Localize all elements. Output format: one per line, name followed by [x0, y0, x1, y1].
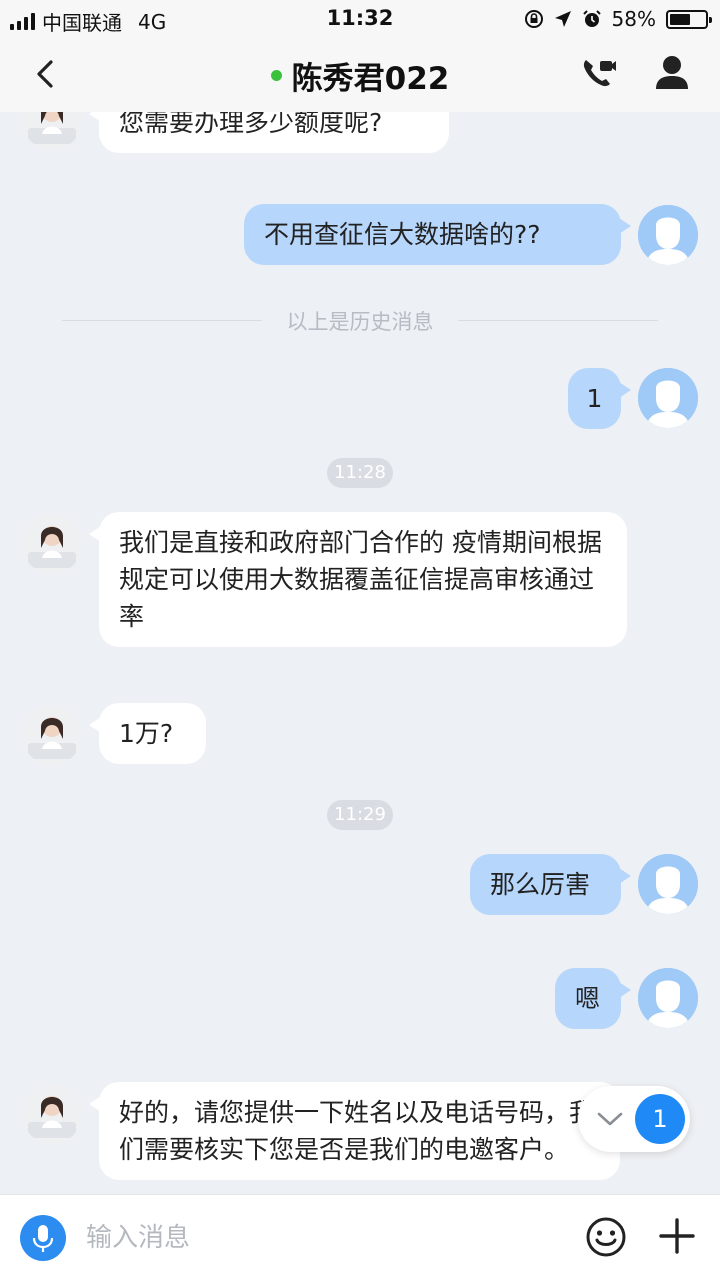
video-call-icon[interactable] [578, 54, 618, 94]
message-list[interactable]: 您需要办理多少额度呢? 不用查征信大数据啥的?? 以上是历史消息 1 11:28 [0, 112, 720, 1194]
agent-avatar[interactable] [22, 112, 82, 150]
online-status-dot [270, 69, 282, 81]
message-text: 好的，请您提供一下姓名以及电话号码，我们需要核实下您是否是我们的电邀客户。 [119, 1098, 595, 1164]
agent-avatar[interactable] [22, 514, 82, 574]
message-text: 我们是直接和政府部门合作的 疫情期间根据规定可以使用大数据覆盖征信提高审核通过率 [119, 528, 602, 631]
battery-icon [666, 9, 712, 29]
microphone-icon [32, 1225, 54, 1252]
message-text: 您需要办理多少额度呢? [119, 112, 383, 137]
message-text: 那么厉害 [490, 870, 591, 899]
voice-input-button[interactable] [20, 1215, 66, 1261]
status-bar: 中国联通 4G 11:32 58% [0, 0, 720, 38]
plus-icon[interactable] [656, 1215, 698, 1257]
message-input[interactable] [86, 1215, 556, 1261]
user-avatar[interactable] [638, 368, 698, 428]
timestamp: 11:29 [327, 800, 393, 830]
message-bubble-outgoing[interactable]: 不用查征信大数据啥的?? [244, 204, 631, 265]
profile-icon[interactable] [651, 52, 693, 94]
user-avatar[interactable] [638, 968, 698, 1028]
message-bubble-outgoing[interactable]: 那么厉害 [470, 854, 631, 915]
agent-avatar[interactable] [22, 1084, 82, 1144]
history-divider-text: 以上是历史消息 [286, 310, 434, 334]
user-avatar[interactable] [638, 205, 698, 265]
message-bubble-outgoing[interactable]: 1 [568, 368, 631, 429]
chat-title: 陈秀君022 [291, 60, 450, 97]
message-text: 嗯 [575, 984, 601, 1013]
orientation-lock-icon [524, 10, 543, 28]
emoji-icon[interactable] [584, 1215, 628, 1259]
chat-header: 陈秀君022 [0, 38, 720, 112]
scroll-to-new-message-button[interactable]: 1 [578, 1086, 690, 1152]
history-divider: 以上是历史消息 [62, 306, 658, 336]
back-icon[interactable] [26, 54, 66, 94]
message-text: 1 [586, 384, 603, 413]
message-bubble-incoming[interactable]: 您需要办理多少额度呢? [89, 112, 449, 153]
message-bubble-incoming[interactable]: 好的，请您提供一下姓名以及电话号码，我们需要核实下您是否是我们的电邀客户。 [89, 1082, 620, 1180]
location-icon [554, 11, 571, 27]
message-bubble-outgoing[interactable]: 嗯 [555, 968, 631, 1029]
user-avatar[interactable] [638, 854, 698, 914]
timestamp: 11:28 [327, 458, 393, 488]
battery-percent: 58% [611, 7, 656, 31]
message-input-bar [0, 1194, 720, 1280]
chevron-down-icon [597, 1112, 623, 1126]
battery-level [670, 13, 690, 25]
message-text: 不用查征信大数据啥的?? [264, 220, 541, 249]
agent-avatar[interactable] [22, 705, 82, 765]
alarm-icon [582, 10, 601, 27]
message-text: 1万? [119, 719, 174, 748]
message-bubble-incoming[interactable]: 我们是直接和政府部门合作的 疫情期间根据规定可以使用大数据覆盖征信提高审核通过率 [89, 512, 627, 647]
message-bubble-incoming[interactable]: 1万? [89, 703, 206, 764]
unread-count-badge: 1 [635, 1094, 685, 1144]
